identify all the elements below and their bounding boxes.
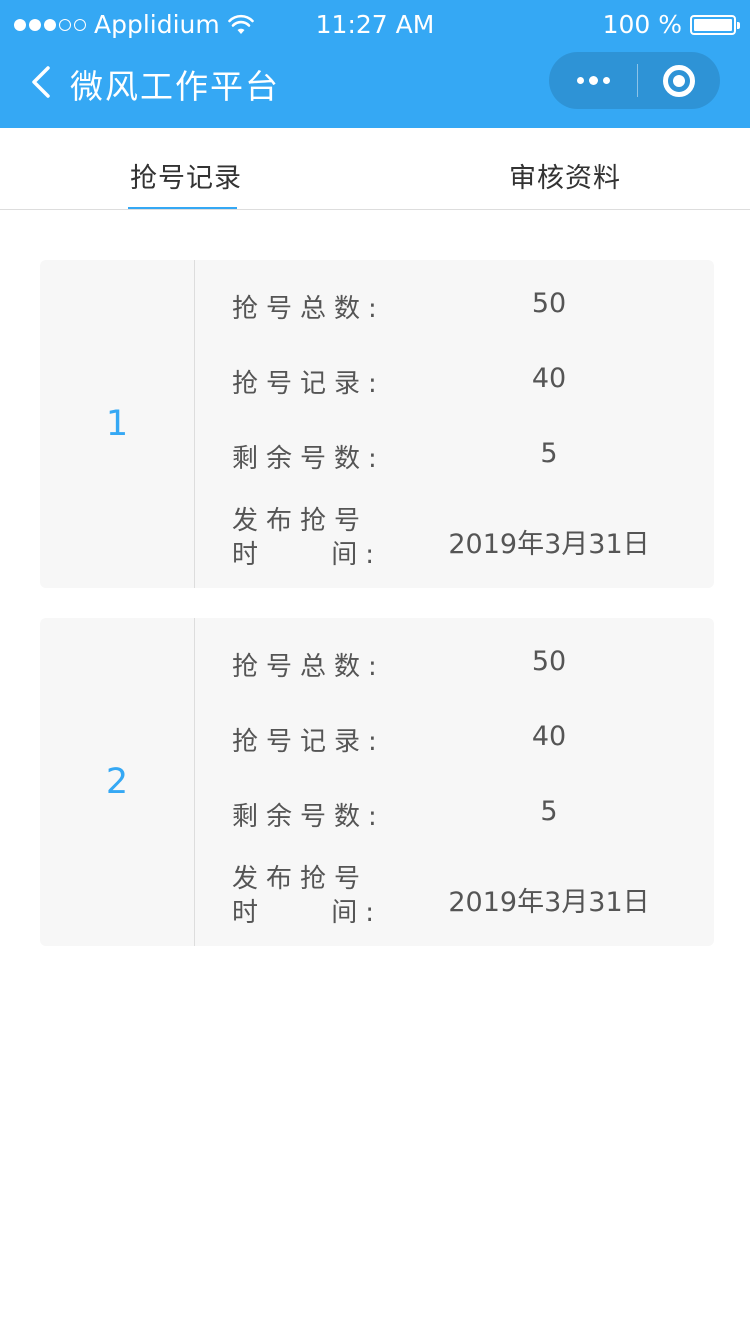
target-circle-icon[interactable] [638,52,720,109]
total-label: 抢号总数: [232,652,385,682]
chevron-left-icon[interactable] [26,64,56,100]
record-value: 40 [531,363,567,394]
publish-time-label: 发布抢号 时 间: [232,504,392,572]
nav-bar: 微风工作平台 [0,52,750,112]
total-value: 50 [531,288,567,319]
publish-label-line2: 时 间: [232,896,382,930]
total-value: 50 [531,646,567,677]
record-value: 40 [531,721,567,752]
publish-label-line2-a: 时 [232,898,259,928]
header: Applidium 11:27 AM 100 % 微风工作平台 [0,0,750,128]
card-index: 2 [105,762,129,802]
more-dots-icon[interactable] [549,52,637,109]
record-label: 抢号记录: [232,369,385,399]
tab-active-indicator [128,207,237,209]
remaining-label: 剩余号数: [232,802,385,832]
publish-time-label: 发布抢号 时 间: [232,862,392,930]
remaining-value: 5 [540,796,558,827]
publish-label-line2-a: 时 [232,540,259,570]
tab-bar: 抢号记录 审核资料 [0,128,750,210]
record-card: 1 抢号总数: 50 抢号记录: 40 剩余号数: 5 发布抢号 时 间: 20… [40,260,714,588]
page-title: 微风工作平台 [70,67,280,106]
tab-grab-records[interactable]: 抢号记录 [130,156,242,195]
card-divider [194,260,195,588]
card-divider [194,618,195,946]
publish-label-line2-b: 间: [331,540,382,570]
publish-label-line1: 发布抢号 [232,864,369,894]
battery-percent: 100 % [602,10,682,39]
publish-time-value: 2019年3月31日 [448,529,650,560]
remaining-label: 剩余号数: [232,444,385,474]
record-label: 抢号记录: [232,727,385,757]
publish-label-line1: 发布抢号 [232,506,369,536]
total-label: 抢号总数: [232,294,385,324]
status-bar: Applidium 11:27 AM 100 % [0,0,750,52]
publish-time-value: 2019年3月31日 [448,887,650,918]
publish-label-line2-b: 间: [331,898,382,928]
tab-review-materials[interactable]: 审核资料 [509,156,621,195]
status-right: 100 % [602,10,740,39]
card-index: 1 [105,404,129,444]
remaining-value: 5 [540,438,558,469]
publish-label-line2: 时 间: [232,538,382,572]
battery-icon [690,14,740,35]
record-card: 2 抢号总数: 50 抢号记录: 40 剩余号数: 5 发布抢号 时 间: 20… [40,618,714,946]
mini-program-capsule [549,52,720,109]
